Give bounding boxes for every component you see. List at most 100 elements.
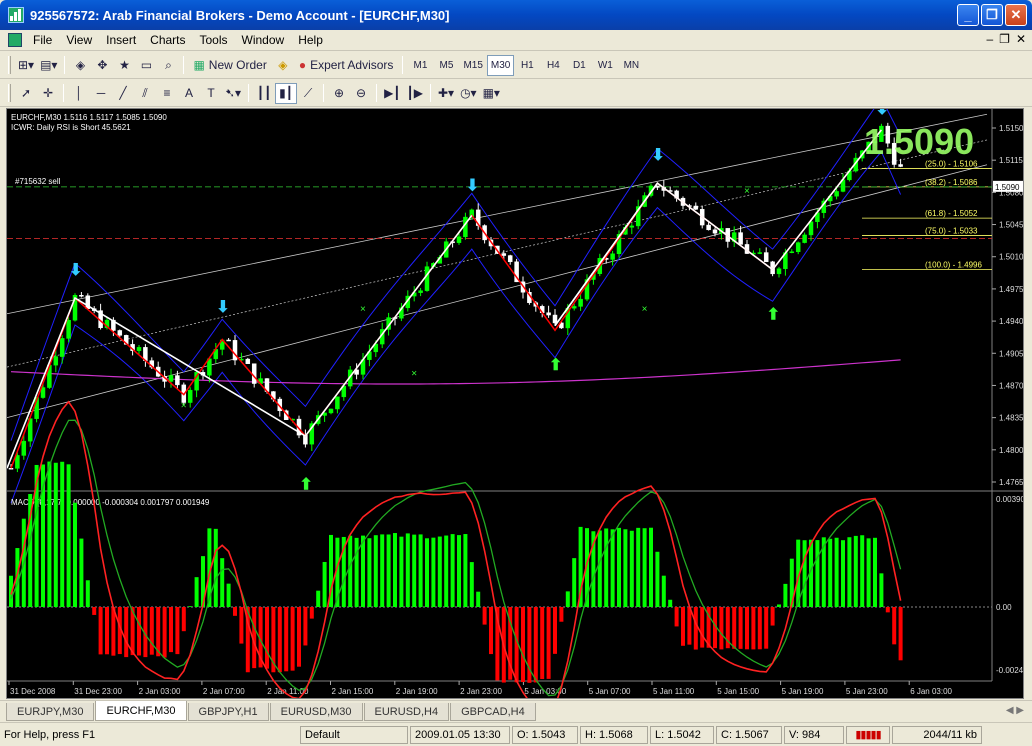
macd-histogram-bar xyxy=(668,599,673,607)
profiles-icon[interactable]: ▤▾ xyxy=(37,55,60,76)
app-icon xyxy=(8,7,24,23)
macd-histogram-bar xyxy=(92,607,97,615)
vertical-line-icon[interactable]: │ xyxy=(68,83,90,104)
menu-charts[interactable]: Charts xyxy=(143,33,192,47)
macd-histogram-bar xyxy=(290,607,295,671)
fibonacci-icon[interactable]: ≡ xyxy=(156,83,178,104)
new-chart-icon[interactable]: ⊞▾ xyxy=(15,55,37,76)
menu-bar: File View Insert Charts Tools Window Hel… xyxy=(0,30,1032,51)
price-chart[interactable]: 1.51501.51151.50801.50451.50101.49751.49… xyxy=(6,97,1032,716)
timeframe-w1[interactable]: W1 xyxy=(592,55,618,76)
macd-histogram-bar xyxy=(105,607,109,655)
macd-histogram-bar xyxy=(66,464,71,607)
menu-view[interactable]: View xyxy=(59,33,99,47)
new-order-button[interactable]: ▦ New Order xyxy=(188,55,271,76)
timeframe-m15[interactable]: M15 xyxy=(459,55,486,76)
channel-icon[interactable]: ⫽ xyxy=(134,83,156,104)
trendline-icon[interactable]: ╱ xyxy=(112,83,134,104)
timeframe-h1[interactable]: H1 xyxy=(514,55,540,76)
periods-icon[interactable]: ◷▾ xyxy=(457,83,480,104)
strategy-tester-icon[interactable]: ⌕ xyxy=(157,55,179,76)
macd-histogram-bar xyxy=(137,607,141,656)
zoom-out-icon[interactable]: ⊖ xyxy=(350,83,372,104)
chart-shift-icon[interactable]: ┃▶ xyxy=(404,83,426,104)
timeframe-m30[interactable]: M30 xyxy=(486,54,515,76)
close-button[interactable]: ✕ xyxy=(1005,4,1027,26)
time-tick-label: 5 Jan 15:00 xyxy=(717,687,759,696)
expert-advisors-button[interactable]: ● Expert Advisors xyxy=(294,55,399,76)
timeframe-d1[interactable]: D1 xyxy=(566,55,592,76)
maximize-button[interactable]: ❐ xyxy=(981,4,1003,26)
macd-histogram-bar xyxy=(277,607,282,673)
price-tick-label: 1.5150 xyxy=(999,124,1023,133)
tab-gbpcad-h4[interactable]: GBPCAD,H4 xyxy=(450,703,536,721)
terminal-icon[interactable]: ▭ xyxy=(135,55,157,76)
minimize-button[interactable]: _ xyxy=(957,4,979,26)
status-datetime: 2009.01.05 13:30 xyxy=(410,725,510,744)
bar-chart-icon[interactable]: ┃┃ xyxy=(253,83,275,104)
tab-eurjpy-m30[interactable]: EURJPY,M30 xyxy=(6,703,95,721)
candle-bull xyxy=(757,252,763,254)
candlestick-icon[interactable]: ▮┃ xyxy=(275,82,298,104)
timeframe-m1[interactable]: M1 xyxy=(407,55,433,76)
status-low: L: 1.5042 xyxy=(650,725,714,744)
horizontal-line-icon[interactable]: ─ xyxy=(90,83,112,104)
current-price-label: 1.5090 xyxy=(995,183,1020,192)
tab-eurchf-m30[interactable]: EURCHF,M30 xyxy=(95,701,187,721)
templates-icon[interactable]: ▦▾ xyxy=(480,83,503,104)
macd-histogram-bar xyxy=(565,591,570,607)
sell-arrow-icon: ⬇ xyxy=(216,299,229,316)
tab-gbpjpy-h1[interactable]: GBPJPY,H1 xyxy=(187,703,269,721)
candle-bull xyxy=(776,268,782,275)
time-tick-label: 2 Jan 19:00 xyxy=(396,687,438,696)
macd-histogram-bar xyxy=(540,607,545,680)
navigator-icon[interactable]: ✥ xyxy=(91,55,113,76)
fib-level-label: (75.0) - 1.5033 xyxy=(925,227,978,236)
tab-eurusd-h4[interactable]: EURUSD,H4 xyxy=(363,703,450,721)
mdi-minimize-icon[interactable]: – xyxy=(986,32,993,46)
favorites-icon[interactable]: ★ xyxy=(113,55,135,76)
time-tick-label: 6 Jan 03:00 xyxy=(910,687,952,696)
meta-editor-icon[interactable]: ◈ xyxy=(272,55,294,76)
mdi-restore-icon[interactable]: ❐ xyxy=(999,32,1010,46)
candle-bull xyxy=(629,225,635,228)
price-tick-label: 1.5045 xyxy=(999,221,1023,230)
macd-histogram-bar xyxy=(745,607,749,650)
timeframe-mn[interactable]: MN xyxy=(618,55,644,76)
candle-bull xyxy=(328,408,334,414)
macd-histogram-bar xyxy=(738,607,743,649)
price-tick-label: 1.5115 xyxy=(999,156,1023,165)
text-label-icon[interactable]: T xyxy=(200,83,222,104)
macd-histogram-bar xyxy=(444,535,449,607)
tab-scroll-icon[interactable]: ◀ ▶ xyxy=(1006,705,1024,716)
candle-bear xyxy=(712,229,718,234)
tab-eurusd-m30[interactable]: EURUSD,M30 xyxy=(269,703,363,721)
text-icon[interactable]: A xyxy=(178,83,200,104)
title-bar: 925567572: Arab Financial Brokers - Demo… xyxy=(0,0,1032,30)
arrows-icon[interactable]: ➷▾ xyxy=(222,83,244,104)
chart-window[interactable]: 1.5150 1.5115 1.5080 1.5045 1.5010 1.4975 1.49… xyxy=(6,97,1032,716)
cursor-icon[interactable]: ➚ xyxy=(15,83,37,104)
mdi-close-icon[interactable]: ✕ xyxy=(1016,32,1026,46)
connection-bars-icon: ▮▮▮▮▮ xyxy=(846,725,890,744)
buy-arrow-icon: ⬆ xyxy=(767,306,780,323)
crosshair-icon[interactable]: ✛ xyxy=(37,83,59,104)
candle-bull xyxy=(802,234,807,243)
macd-histogram-bar xyxy=(169,607,173,653)
document-icon[interactable] xyxy=(8,33,22,47)
macd-histogram-bar xyxy=(853,535,858,607)
macd-histogram-bar xyxy=(85,580,90,607)
indicators-icon[interactable]: ✚▾ xyxy=(435,83,457,104)
zoom-in-icon[interactable]: ⊕ xyxy=(328,83,350,104)
menu-help[interactable]: Help xyxy=(291,33,330,47)
line-chart-icon[interactable]: ⟋ xyxy=(297,83,319,104)
menu-insert[interactable]: Insert xyxy=(99,33,143,47)
timeframe-m5[interactable]: M5 xyxy=(433,55,459,76)
menu-window[interactable]: Window xyxy=(235,33,292,47)
macd-histogram-bar xyxy=(604,528,609,607)
auto-scroll-icon[interactable]: ▶┃ xyxy=(381,83,403,104)
menu-tools[interactable]: Tools xyxy=(193,33,235,47)
market-watch-icon[interactable]: ◈ xyxy=(69,55,91,76)
timeframe-h4[interactable]: H4 xyxy=(540,55,566,76)
menu-file[interactable]: File xyxy=(26,33,59,47)
